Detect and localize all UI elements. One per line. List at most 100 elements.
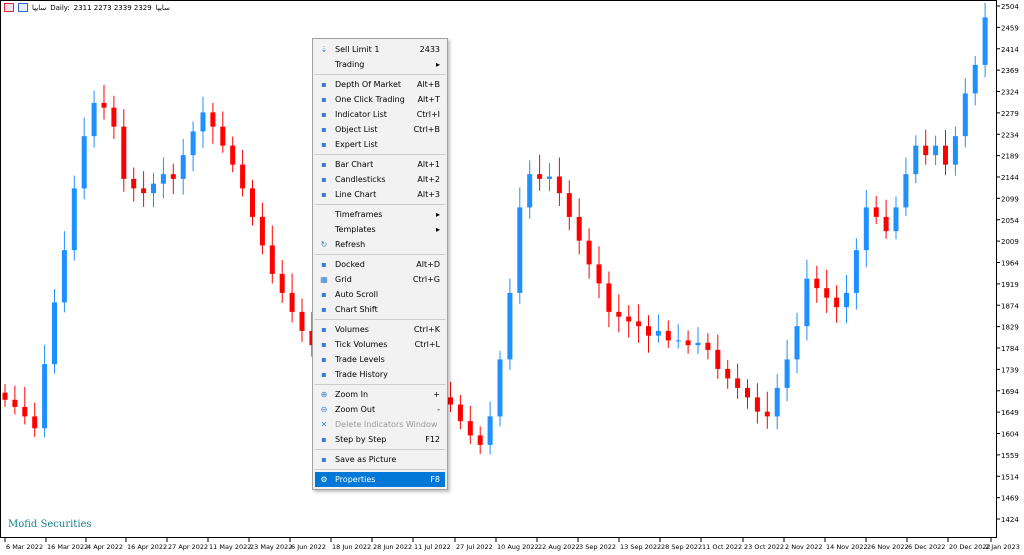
menu-item-refresh[interactable]: ↻ Refresh [315, 237, 445, 252]
y-tick-label: 2144 [1001, 174, 1019, 182]
candle [259, 202, 265, 255]
menu-item-candlesticks[interactable]: ▪ Candlesticks Alt+2 [315, 172, 445, 187]
menu-item-docked[interactable]: ▪ Docked Alt+D [315, 257, 445, 272]
menu-item-shortcut: F12 [425, 435, 440, 444]
menu-separator [315, 469, 445, 470]
plot-frame [0, 0, 997, 538]
candle [22, 386, 28, 425]
sell-limit-icon: ⇣ [320, 45, 328, 54]
y-tick-label: 1424 [1001, 516, 1019, 524]
candle-body [289, 292, 295, 312]
menu-item-expert-list[interactable]: ▪ Expert List [315, 137, 445, 152]
candle-body [814, 278, 820, 289]
candle-body [745, 387, 750, 398]
candle [507, 278, 513, 370]
menu-item-save-as-picture[interactable]: ▪ Save as Picture [315, 452, 445, 467]
menu-item-bar-chart[interactable]: ▪ Bar Chart Alt+1 [315, 157, 445, 172]
menu-item-label: Zoom Out [335, 405, 376, 414]
menu-item-zoom-in[interactable]: ⊕ Zoom In + [315, 387, 445, 402]
candle [685, 330, 691, 354]
candle-body [131, 178, 137, 189]
y-tick-label: 2189 [1001, 153, 1019, 161]
depth-of-market-icon[interactable] [4, 3, 14, 12]
menu-item-label: Trading [335, 60, 365, 69]
candle [616, 294, 622, 333]
grid-icon: ▦ [320, 275, 328, 284]
chart-context-menu: ⇣ Sell Limit 1 2433 Trading ▸ ▪ Depth Of Marke… [312, 38, 448, 490]
candle [586, 228, 592, 279]
menu-item-tick-volumes[interactable]: ▪ Tick Volumes Ctrl+L [315, 337, 445, 352]
menu-item-delete-indicators-window[interactable]: ✕ Delete Indicators Window [315, 417, 445, 432]
x-tick-label: 16 Mar 2022 [47, 543, 88, 551]
candle [576, 198, 582, 255]
one-click-trading-icon[interactable] [18, 3, 28, 12]
candlesticks-icon: ▪ [321, 175, 327, 184]
candle-body [685, 340, 691, 346]
menu-item-shortcut: Alt+T [417, 95, 440, 104]
x-tick-label: 2 Nov 2022 [785, 543, 823, 551]
candle-body [804, 278, 810, 327]
candle-body [279, 273, 285, 293]
x-tick-label: 27 Apr 2022 [168, 543, 208, 551]
menu-item-auto-scroll[interactable]: ▪ Auto Scroll [315, 287, 445, 302]
candle [715, 334, 721, 379]
candle-body [467, 421, 473, 436]
candle [982, 2, 988, 78]
x-tick-label: 23 Oct 2022 [744, 543, 784, 551]
candle-body [863, 207, 869, 251]
menu-item-zoom-out[interactable]: ⊖ Zoom Out - [315, 402, 445, 417]
menu-item-object-list[interactable]: ▪ Object List Ctrl+B [315, 122, 445, 137]
candle-body [883, 216, 889, 232]
one-click-trading-icon: ▪ [321, 95, 327, 104]
price-chart[interactable]: 2504 2459 2414 2369 2324 2279 2234 2189 2144 2099… [0, 0, 1024, 555]
y-tick-label: 1874 [1001, 302, 1019, 310]
candle [170, 163, 176, 195]
menu-item-properties[interactable]: ⚙ Properties F8 [315, 472, 445, 487]
menu-item-line-chart[interactable]: ▪ Line Chart Alt+3 [315, 187, 445, 202]
candle-body [527, 174, 533, 208]
menu-item-sell-limit-1[interactable]: ⇣ Sell Limit 1 2433 [315, 42, 445, 57]
candle [160, 157, 166, 199]
candle [180, 139, 186, 195]
candle [250, 179, 255, 226]
candle [537, 154, 543, 191]
menu-item-label: Templates [335, 225, 376, 234]
y-tick-label: 2504 [1001, 3, 1019, 11]
menu-item-shortcut: Ctrl+I [416, 110, 440, 119]
candle-body [230, 145, 236, 165]
candle [12, 385, 18, 415]
menu-item-indicator-list[interactable]: ▪ Indicator List Ctrl+I [315, 107, 445, 122]
candle-body [547, 176, 552, 179]
x-tick-label: 11 May 2022 [209, 543, 251, 551]
menu-item-grid[interactable]: ▦ Grid Ctrl+G [315, 272, 445, 287]
y-tick-label: 2279 [1001, 110, 1019, 118]
menu-item-trade-levels[interactable]: ▪ Trade Levels [315, 352, 445, 367]
candle-body [259, 216, 265, 246]
candle [626, 305, 632, 338]
menu-item-chart-shift[interactable]: ▪ Chart Shift [315, 302, 445, 317]
menu-item-trading[interactable]: Trading ▸ [315, 57, 445, 72]
x-tick-label: 11 Oct 2022 [702, 543, 742, 551]
y-tick-label: 1739 [1001, 366, 1019, 374]
line-chart-icon: ▪ [321, 190, 327, 199]
zoom-out-icon: ⊖ [320, 405, 328, 414]
candle-body [111, 107, 117, 127]
indicator-list-icon: ▪ [321, 110, 327, 119]
candle [220, 111, 226, 153]
save-picture-icon: ▪ [321, 455, 327, 464]
y-tick-label: 1694 [1001, 388, 1019, 396]
candle [764, 391, 770, 429]
y-tick-label: 1829 [1001, 324, 1019, 332]
menu-separator [315, 154, 445, 155]
menu-item-trade-history[interactable]: ▪ Trade History [315, 367, 445, 382]
expert-list-icon: ▪ [321, 140, 327, 149]
candle-body [200, 112, 206, 132]
candle-body [448, 397, 453, 405]
menu-item-one-click-trading[interactable]: ▪ One Click Trading Alt+T [315, 92, 445, 107]
menu-item-step-by-step[interactable]: ▪ Step by Step F12 [315, 432, 445, 447]
candle [675, 324, 681, 349]
menu-item-volumes[interactable]: ▪ Volumes Ctrl+K [315, 322, 445, 337]
menu-item-depth-of-market[interactable]: ▪ Depth Of Market Alt+B [315, 77, 445, 92]
menu-item-templates[interactable]: Templates ▸ [315, 222, 445, 237]
menu-item-timeframes[interactable]: Timeframes ▸ [315, 207, 445, 222]
